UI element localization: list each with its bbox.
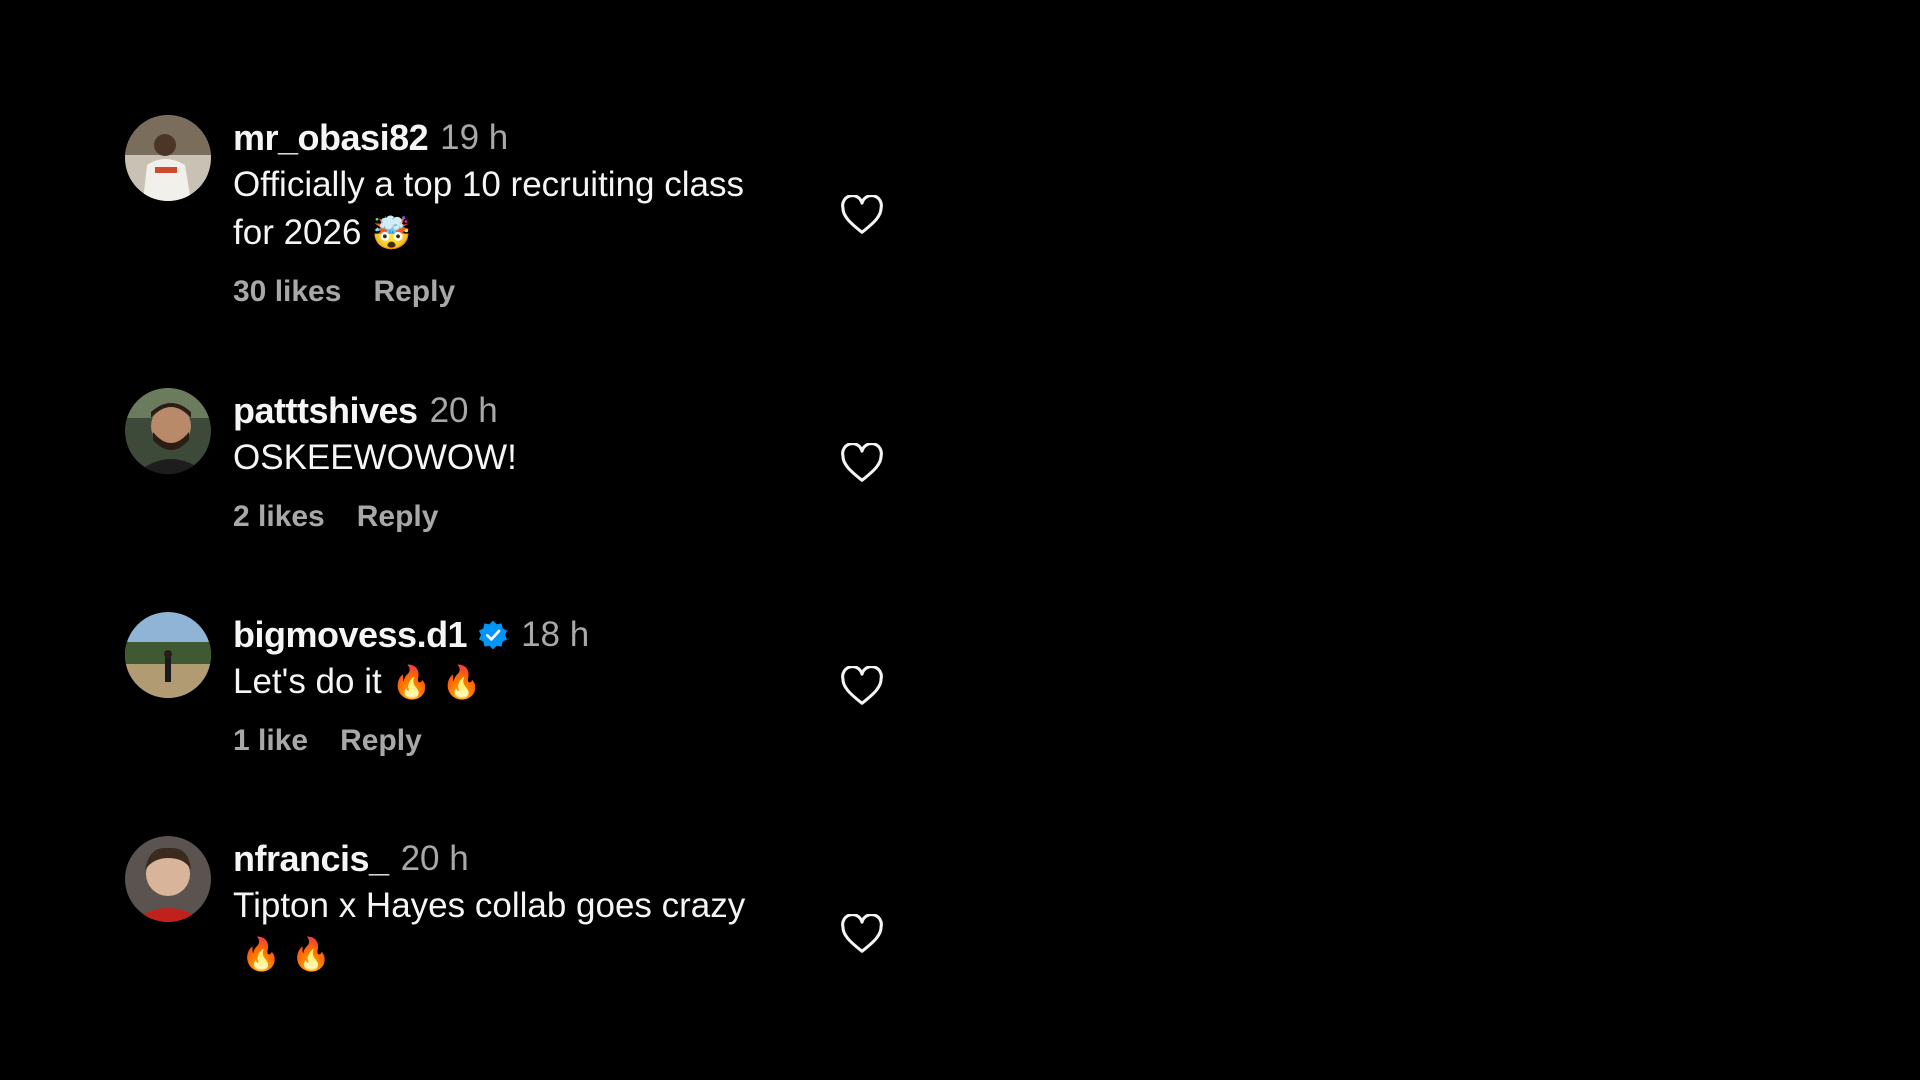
comment-body: mr_obasi82 19 h Officially a top 10 recr…: [233, 115, 913, 309]
comment-text: Let's do it 🔥 🔥: [233, 658, 803, 706]
avatar[interactable]: [125, 388, 211, 474]
timestamp[interactable]: 20 h: [430, 391, 498, 431]
username[interactable]: nfrancis_: [233, 838, 389, 880]
reply-button[interactable]: Reply: [357, 500, 439, 534]
comment-text-line: Let's do it: [233, 662, 382, 701]
comment-text: Tipton x Hayes collab goes crazy 🔥 🔥: [233, 882, 803, 978]
username[interactable]: patttshives: [233, 390, 418, 432]
verified-badge-icon: [477, 619, 509, 651]
timestamp[interactable]: 18 h: [521, 615, 589, 655]
likes-count[interactable]: 30 likes: [233, 275, 341, 309]
comment-text-line: Tipton x Hayes collab goes crazy: [233, 886, 746, 925]
avatar[interactable]: [125, 836, 211, 922]
likes-count[interactable]: 2 likes: [233, 500, 325, 534]
comment-body: patttshives 20 h OSKEEWOWOW! 2 likes Rep…: [233, 388, 913, 534]
comment-text-line: OSKEEWOWOW!: [233, 438, 517, 477]
avatar[interactable]: [125, 612, 211, 698]
heart-outline-icon[interactable]: [840, 665, 884, 706]
heart-outline-icon[interactable]: [840, 913, 884, 954]
emoji: 🤯: [371, 214, 412, 252]
reply-button[interactable]: Reply: [340, 724, 422, 758]
emoji: 🔥 🔥: [241, 935, 331, 973]
comment-meta: 2 likes Reply: [233, 500, 913, 534]
username[interactable]: mr_obasi82: [233, 117, 429, 159]
comment-text-line: Officially a top 10 recruiting class: [233, 165, 744, 204]
username[interactable]: bigmovess.d1: [233, 614, 468, 656]
comment-text: OSKEEWOWOW!: [233, 434, 803, 482]
comment-meta: 1 like Reply: [233, 724, 913, 758]
emoji: 🔥 🔥: [391, 663, 482, 701]
heart-outline-icon[interactable]: [840, 194, 884, 235]
comment-text-line: for 2026: [233, 213, 362, 252]
comment-header: patttshives 20 h: [233, 388, 913, 434]
comments-list: mr_obasi82 19 h Officially a top 10 recr…: [0, 0, 1920, 1080]
comment-header: nfrancis_ 20 h: [233, 836, 913, 882]
heart-outline-icon[interactable]: [840, 442, 884, 483]
likes-count[interactable]: 1 like: [233, 724, 308, 758]
timestamp[interactable]: 20 h: [401, 839, 469, 879]
timestamp[interactable]: 19 h: [440, 118, 508, 158]
comment-text: Officially a top 10 recruiting class for…: [233, 161, 803, 257]
comment-header: bigmovess.d1 18 h: [233, 612, 913, 658]
comment-meta: 30 likes Reply: [233, 275, 913, 309]
comment-body: bigmovess.d1 18 h Let's do it 🔥 🔥 1 like …: [233, 612, 913, 758]
reply-button[interactable]: Reply: [373, 275, 455, 309]
comment-body: nfrancis_ 20 h Tipton x Hayes collab goe…: [233, 836, 913, 978]
avatar[interactable]: [125, 115, 211, 201]
comment-header: mr_obasi82 19 h: [233, 115, 913, 161]
